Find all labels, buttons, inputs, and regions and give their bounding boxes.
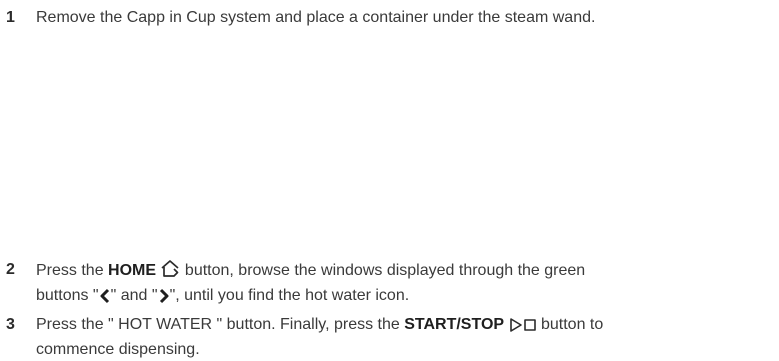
step-2-text-b: button, browse the windows displayed thr… [180, 262, 586, 279]
step-3-text-a: Press the " HOT WATER " button. Finally,… [36, 316, 405, 333]
step-2-text-d: " and " [110, 287, 158, 304]
step-text: Remove the Capp in Cup system and place … [36, 7, 778, 28]
step-2-text-c: buttons " [36, 287, 99, 304]
step-1-line-1: Remove the Capp in Cup system and place … [36, 9, 596, 26]
step-2-text-e: ", until you find the hot water icon. [169, 287, 410, 304]
step-2-line-2: buttons " " and " ", until you find the ho… [36, 285, 778, 310]
step-3-text-b: button to [536, 316, 604, 333]
home-label: HOME [108, 262, 157, 279]
step-text: Press the HOME button, browse the window… [36, 259, 778, 310]
start-stop-icon [509, 317, 537, 339]
step-2-text-a: Press the [36, 262, 109, 279]
step-3-line-2: commence dispensing. [36, 341, 200, 358]
step-number: 2 [6, 261, 15, 278]
start-stop-label: START/STOP [404, 316, 505, 333]
chevron-right-icon [158, 288, 170, 310]
step-text: Press the " HOT WATER " button. Finally,… [36, 314, 778, 360]
step-3-line-1: Press the " HOT WATER " button. Finally,… [36, 314, 778, 339]
step-number: 1 [6, 9, 15, 26]
chevron-left-icon [99, 288, 111, 310]
home-icon [160, 259, 180, 285]
step-number: 3 [6, 316, 15, 333]
step-2-line-1: Press the HOME button, browse the window… [36, 259, 778, 285]
